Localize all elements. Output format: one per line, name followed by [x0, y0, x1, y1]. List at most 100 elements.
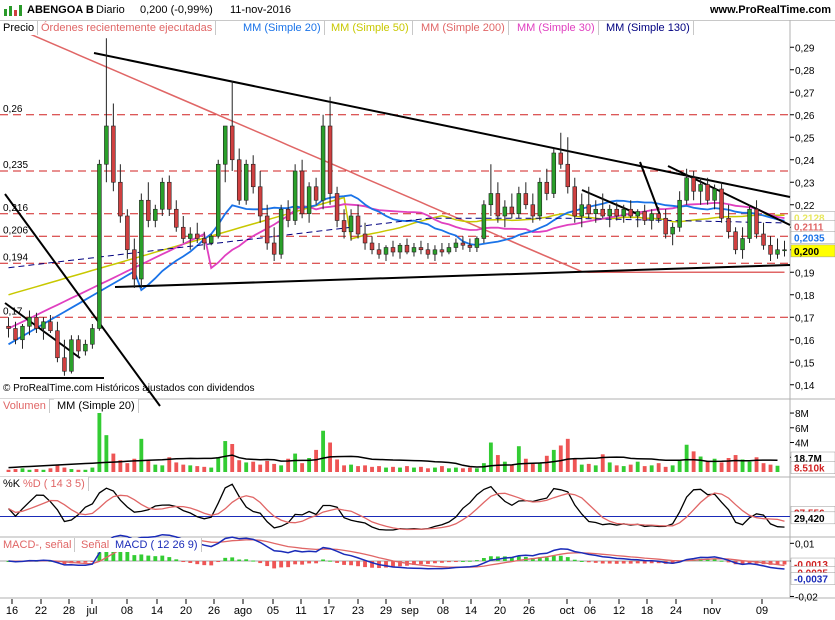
candle-body: [320, 125, 326, 201]
x-tick-label: 29: [380, 605, 392, 617]
volume-bar: [502, 461, 507, 472]
volume-bar: [663, 466, 668, 472]
volume-bar: [314, 449, 319, 472]
macd-histogram-bar: [195, 561, 200, 565]
volume-bar: [558, 445, 563, 472]
candle-body: [188, 233, 193, 239]
credit-text: © ProRealTime.com Históricos ajustados c…: [3, 383, 255, 394]
x-tick-label: 06: [584, 605, 596, 617]
macd-histogram-bar: [614, 561, 619, 564]
mm30-label[interactable]: MM (Simple 30): [514, 21, 599, 35]
mm200-label[interactable]: MM (Simple 200): [418, 21, 509, 35]
top-bar: ABENGOA B Diario 0,200 (-0,99%) 11-nov-2…: [0, 0, 835, 21]
candle-body: [684, 177, 689, 201]
candle: [48, 315, 53, 333]
candle: [705, 177, 710, 205]
date: 11-nov-2016: [230, 4, 291, 16]
volume-bar: [579, 464, 584, 472]
candle: [649, 209, 654, 230]
candle-body: [754, 208, 759, 235]
candle: [502, 200, 508, 228]
candle-body: [768, 244, 773, 255]
macd-histogram-bar: [174, 559, 179, 562]
site-link[interactable]: www.ProRealTime.com: [710, 4, 831, 16]
candle: [733, 227, 738, 255]
macd-histogram-bar: [607, 561, 612, 564]
volume-bar: [230, 444, 235, 472]
macd-histogram-bar: [593, 561, 598, 563]
stoch-d-label[interactable]: %D ( 14 3 5): [20, 477, 89, 491]
candle: [509, 193, 515, 219]
volume-bar: [405, 466, 409, 472]
volume-bar: [754, 457, 759, 472]
macd-signal-label[interactable]: MACD-, señal: [0, 538, 76, 552]
candle: [425, 243, 431, 259]
price-tick-label: 0,18: [795, 291, 815, 302]
orders-label[interactable]: Órdenes recientemente ejecutadas: [38, 21, 217, 35]
price-label[interactable]: Precio: [0, 21, 39, 35]
x-tick-label: 16: [6, 605, 18, 617]
candle: [229, 81, 235, 171]
candle-body: [216, 163, 221, 237]
volume-bar: [705, 460, 710, 472]
candle: [572, 177, 577, 223]
volume-bar: [153, 464, 158, 472]
volume-bar: [356, 466, 360, 472]
price-tick-label: 0,17: [795, 313, 815, 324]
candle: [278, 204, 284, 259]
volume-bar: [181, 464, 186, 472]
candle: [404, 238, 410, 255]
x-tick-label: 20: [180, 605, 192, 617]
candle-body: [600, 208, 605, 217]
oscillators: [0, 483, 790, 570]
volume-bar: [488, 442, 493, 472]
candle-body: [432, 249, 438, 255]
mm50-label[interactable]: MM (Simple 50): [328, 21, 413, 35]
candle-body: [642, 211, 647, 221]
candle-body: [586, 204, 591, 215]
volume-bar: [377, 466, 381, 472]
candle: [642, 204, 647, 225]
x-tick-label: 24: [670, 605, 682, 617]
candle: [432, 245, 438, 261]
volume-bar: [370, 466, 374, 472]
candle-body: [285, 208, 291, 221]
candle-body: [376, 249, 382, 255]
mm130-label[interactable]: MM (Simple 130): [603, 21, 694, 35]
candle-body: [446, 247, 452, 253]
candle-body: [509, 206, 515, 215]
candle-body: [439, 249, 445, 253]
macd-label[interactable]: MACD ( 12 26 9): [112, 538, 202, 552]
macd-histogram-bar: [286, 561, 291, 568]
period: Diario: [96, 4, 125, 16]
macd-histogram-bar: [586, 561, 591, 563]
macd-histogram-bar: [167, 557, 172, 562]
candle-body: [104, 125, 109, 165]
macd-histogram-bar: [454, 561, 458, 563]
candle-body: [250, 163, 256, 188]
volume-mm-label[interactable]: MM (Simple 20): [54, 399, 139, 413]
candle: [306, 182, 312, 223]
price-tick-label: 0,25: [795, 133, 815, 144]
macd-histogram-bar: [782, 561, 787, 565]
candle-body: [125, 215, 130, 251]
candle-body: [146, 199, 151, 221]
volume-bar: [747, 461, 752, 472]
volume-label[interactable]: Volumen: [0, 399, 50, 413]
volume-bar: [139, 438, 144, 472]
candle-body: [544, 181, 550, 194]
candle-body: [229, 125, 235, 161]
volume-bar: [460, 468, 465, 472]
macd-histogram-bar: [146, 555, 151, 562]
mm20-label[interactable]: MM (Simple 20): [240, 21, 325, 35]
candle-body: [278, 208, 284, 255]
signal-label[interactable]: Señal: [78, 538, 114, 552]
volume-bar: [321, 430, 326, 472]
volume-bar: [768, 464, 773, 472]
candle-body: [369, 242, 375, 251]
candle-body: [299, 170, 305, 215]
macd-histogram-bar: [419, 561, 423, 565]
macd-histogram-bar: [139, 554, 144, 562]
value-tag-text: 0,2035: [794, 234, 825, 245]
candle: [481, 200, 487, 243]
